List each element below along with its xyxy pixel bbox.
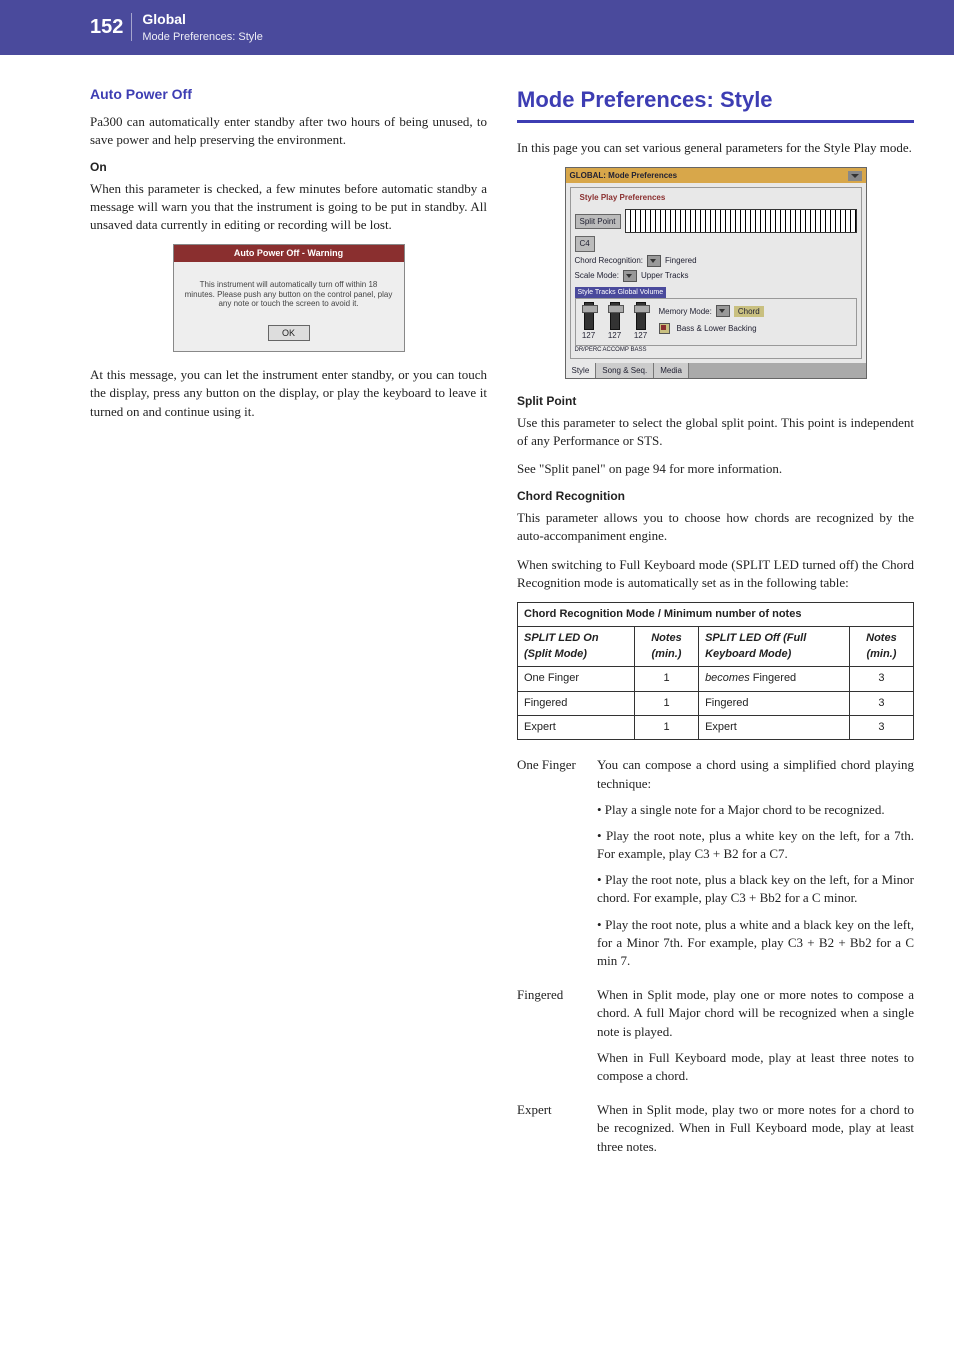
def-onefinger-e: • Play the root note, plus a white and a…: [597, 916, 914, 971]
th-split-on: SPLIT LED On (Split Mode): [518, 627, 635, 667]
warning-dialog: Auto Power Off - Warning This instrument…: [173, 244, 405, 352]
right-column: Mode Preferences: Style In this page you…: [517, 85, 914, 1172]
bass-lower-label: Bass & Lower Backing: [677, 323, 757, 334]
chord-rec-table: Chord Recognition Mode / Minimum number …: [517, 602, 914, 740]
chord-rec-heading: Chord Recognition: [517, 488, 914, 505]
mode-pref-heading: Mode Preferences: Style: [517, 85, 914, 116]
ui-window-title: GLOBAL: Mode Preferences: [570, 170, 678, 181]
ui-group-title: Style Play Preferences: [577, 192, 669, 203]
left-column: Auto Power Off Pa300 can automatically e…: [90, 85, 487, 1172]
split-p1: Use this parameter to select the global …: [517, 414, 914, 450]
volume-slider-drperc[interactable]: 127: [579, 302, 599, 341]
th-notes-1: Notes (min.): [634, 627, 698, 667]
warning-title: Auto Power Off - Warning: [174, 245, 404, 262]
scale-mode-value: Upper Tracks: [641, 270, 689, 281]
split-p2: See "Split panel" on page 94 for more in…: [517, 460, 914, 478]
mode-pref-intro: In this page you can set various general…: [517, 139, 914, 157]
keyboard-graphic: [625, 209, 857, 233]
table-row: One Finger 1 becomes Fingered 3: [518, 667, 914, 691]
th-notes-2: Notes (min.): [849, 627, 913, 667]
chord-p2: When switching to Full Keyboard mode (SP…: [517, 556, 914, 592]
page-header: 152 Global Mode Preferences: Style: [0, 0, 954, 55]
def-term-one-finger: One Finger: [517, 756, 587, 978]
bass-lower-checkbox[interactable]: [659, 323, 670, 334]
apo-para-3: At this message, you can let the instrum…: [90, 366, 487, 421]
on-label: On: [90, 159, 487, 176]
slider-label-1: DR/PERC: [575, 346, 601, 354]
tab-style[interactable]: Style: [566, 363, 597, 378]
th-split-off: SPLIT LED Off (Full Keyboard Mode): [699, 627, 850, 667]
def-fingered-a: When in Split mode, play one or more not…: [597, 986, 914, 1041]
split-point-button[interactable]: Split Point: [575, 214, 621, 229]
header-title: Global: [142, 10, 262, 30]
subgroup-title: Style Tracks Global Volume: [575, 287, 667, 299]
def-onefinger-b: • Play a single note for a Major chord t…: [597, 801, 914, 819]
memory-mode-dropdown-icon[interactable]: [716, 305, 730, 317]
def-onefinger-d: • Play the root note, plus a black key o…: [597, 871, 914, 907]
chord-rec-dropdown-icon[interactable]: [647, 255, 661, 267]
memory-mode-label: Memory Mode:: [659, 306, 712, 317]
chord-rec-label: Chord Recognition:: [575, 255, 643, 266]
chord-rec-value: Fingered: [665, 255, 697, 266]
slider-val-2: 127: [605, 330, 625, 341]
volume-slider-bass[interactable]: 127: [631, 302, 651, 341]
ui-menu-dropdown-icon[interactable]: [848, 171, 862, 181]
slider-val-1: 127: [579, 330, 599, 341]
slider-label-2: ACCOMP: [603, 346, 629, 354]
warning-body: This instrument will automatically turn …: [174, 262, 404, 315]
table-caption: Chord Recognition Mode / Minimum number …: [518, 603, 914, 627]
apo-para-2: When this parameter is checked, a few mi…: [90, 180, 487, 235]
def-expert-a: When in Split mode, play two or more not…: [597, 1101, 914, 1156]
warning-ok-button[interactable]: OK: [268, 325, 310, 342]
slider-label-3: BASS: [631, 346, 657, 354]
memory-mode-value: Chord: [734, 306, 764, 317]
table-row: Expert 1 Expert 3: [518, 715, 914, 739]
tab-song-seq[interactable]: Song & Seq.: [596, 363, 654, 378]
auto-power-off-heading: Auto Power Off: [90, 85, 487, 105]
chord-p1: This parameter allows you to choose how …: [517, 509, 914, 545]
def-term-fingered: Fingered: [517, 986, 587, 1093]
scale-mode-dropdown-icon[interactable]: [623, 270, 637, 282]
split-point-heading: Split Point: [517, 393, 914, 410]
page-number: 152: [0, 13, 132, 41]
heading-rule: [517, 120, 914, 123]
tab-media[interactable]: Media: [654, 363, 689, 378]
mode-pref-ui: GLOBAL: Mode Preferences Style Play Pref…: [565, 167, 867, 379]
def-onefinger-a: You can compose a chord using a simplifi…: [597, 756, 914, 792]
volume-slider-accomp[interactable]: 127: [605, 302, 625, 341]
split-point-value[interactable]: C4: [575, 236, 595, 251]
slider-val-3: 127: [631, 330, 651, 341]
scale-mode-label: Scale Mode:: [575, 270, 619, 281]
def-onefinger-c: • Play the root note, plus a white key o…: [597, 827, 914, 863]
def-term-expert: Expert: [517, 1101, 587, 1164]
apo-para-1: Pa300 can automatically enter standby af…: [90, 113, 487, 149]
table-row: Fingered 1 Fingered 3: [518, 691, 914, 715]
def-fingered-b: When in Full Keyboard mode, play at leas…: [597, 1049, 914, 1085]
header-subtitle: Mode Preferences: Style: [142, 30, 262, 45]
